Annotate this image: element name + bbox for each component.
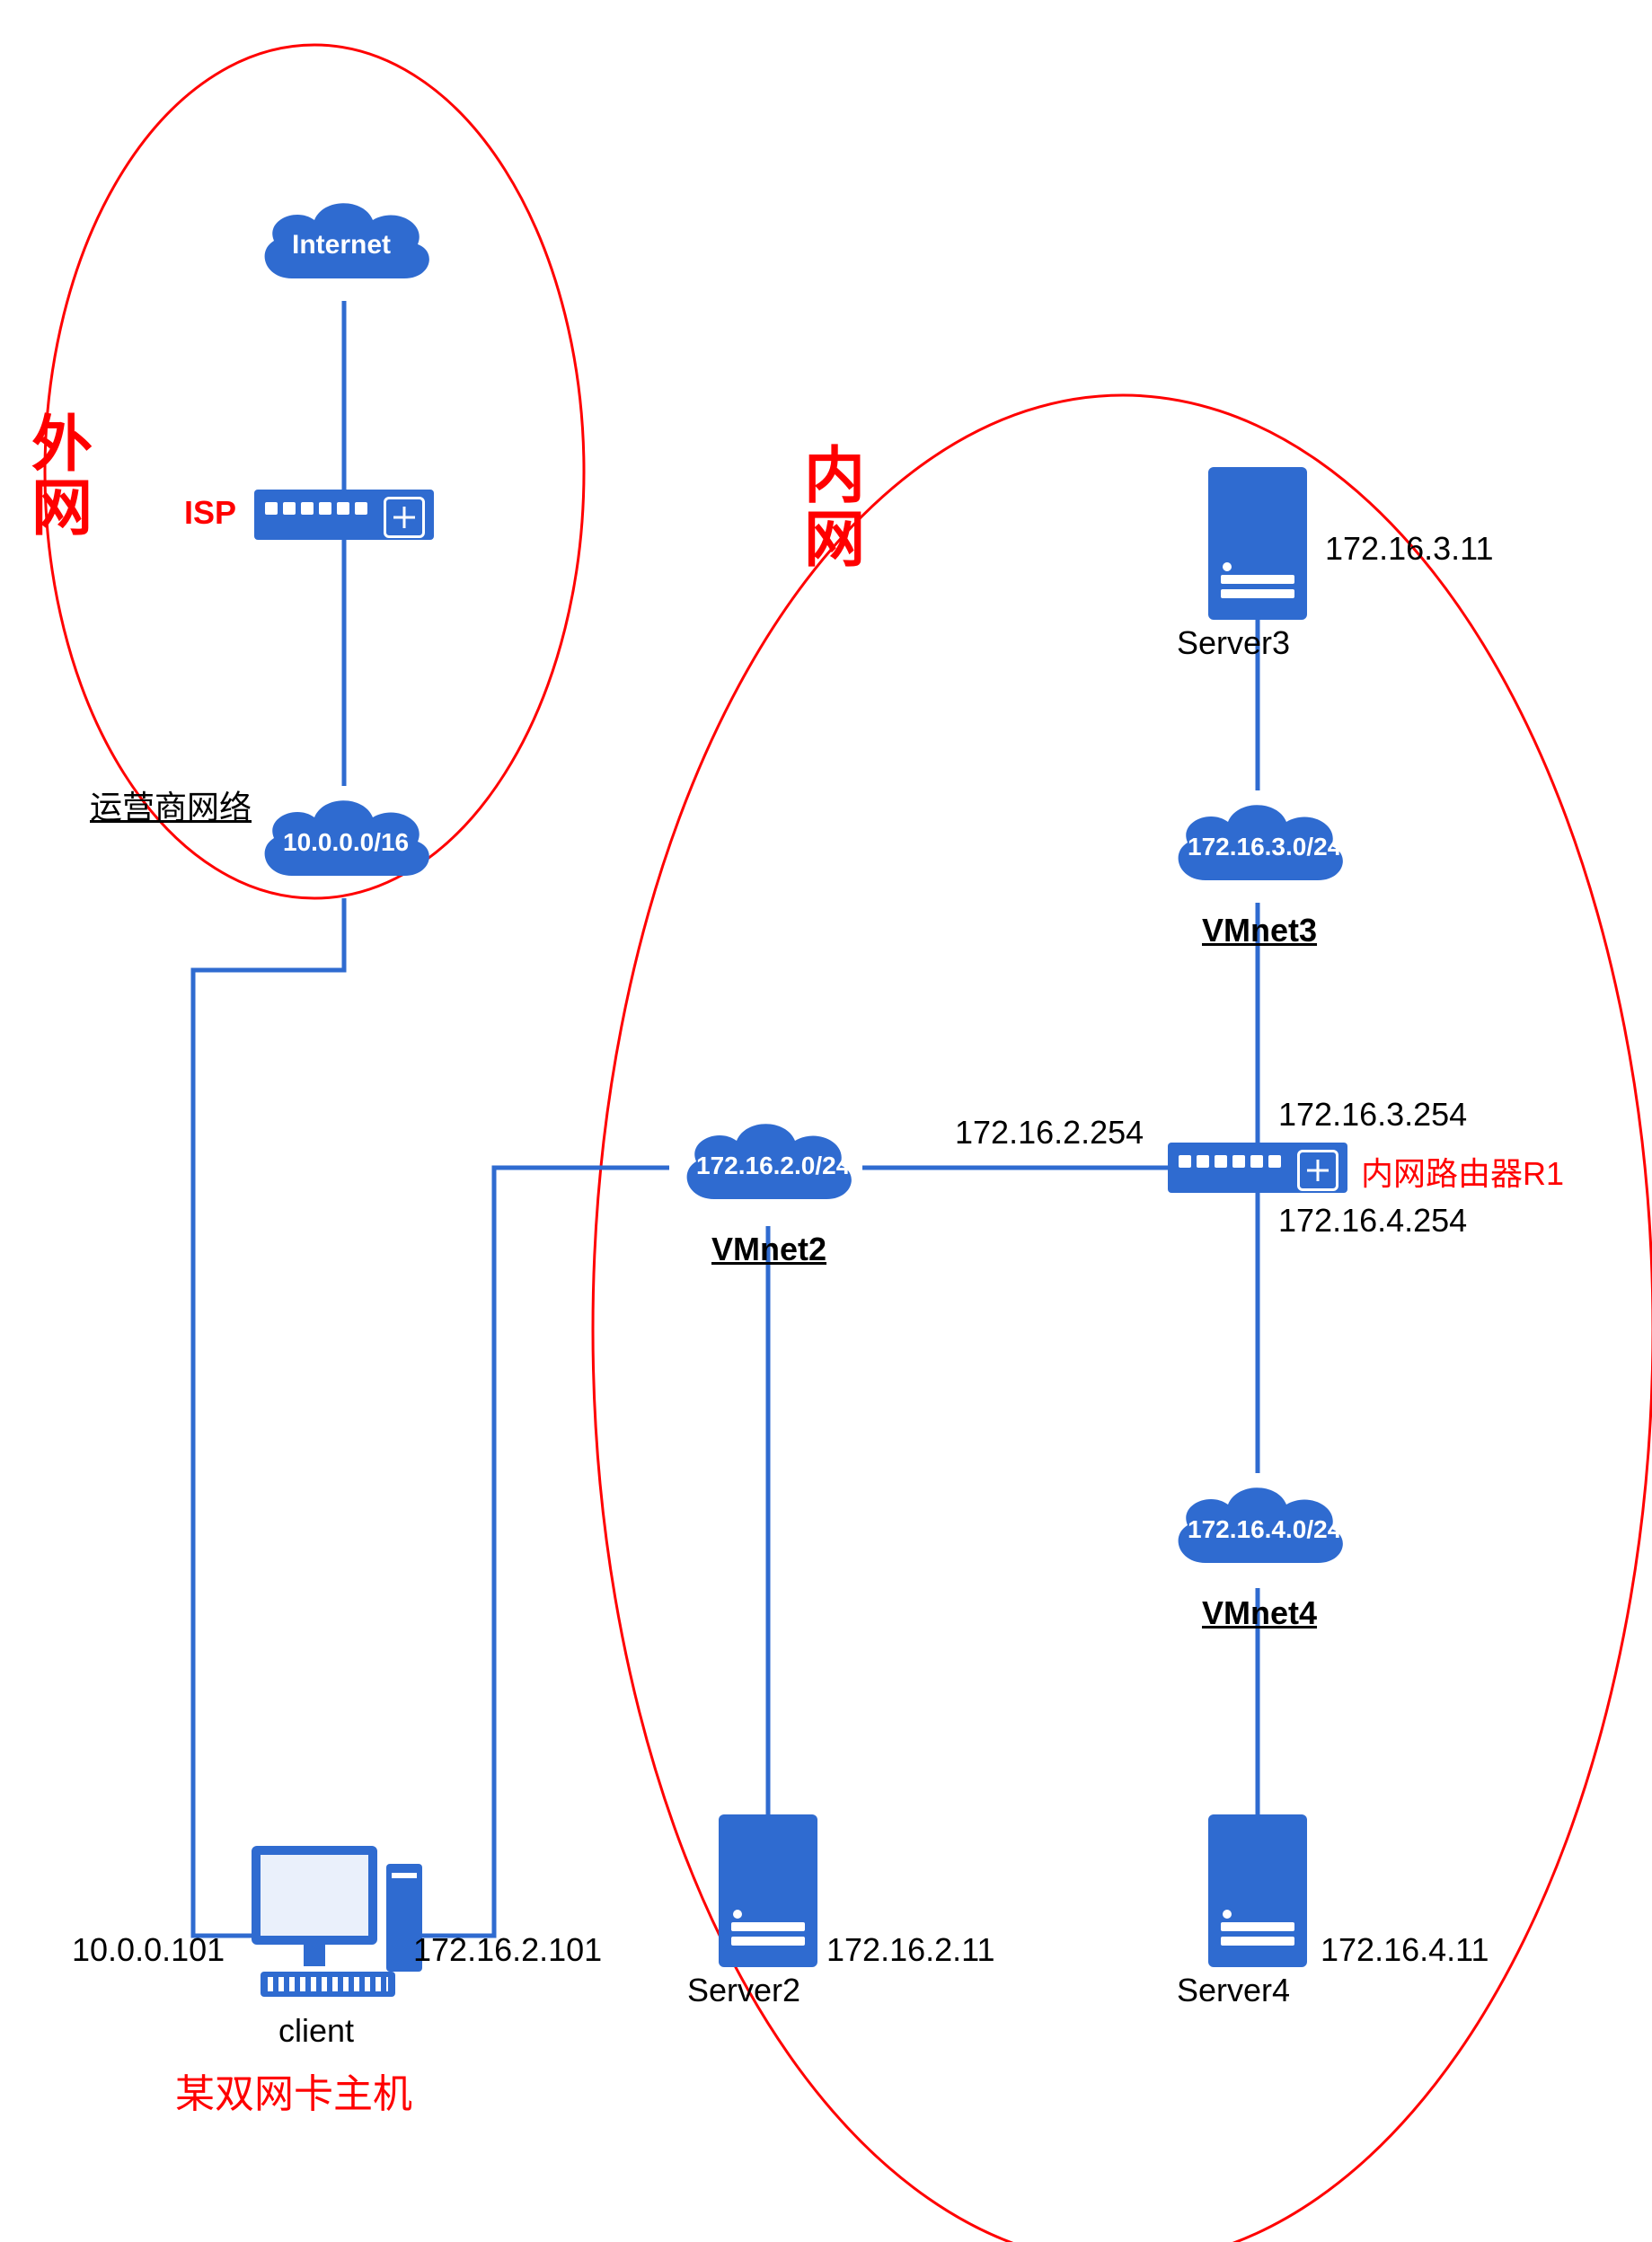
router-r1-ip-vmnet4: 172.16.4.254	[1278, 1202, 1467, 1240]
router-r1-icon	[1168, 1143, 1347, 1193]
vmnet3-subnet: 172.16.3.0/24	[1188, 833, 1341, 861]
internet-label: Internet	[292, 230, 391, 260]
client-label: client	[278, 2012, 354, 2050]
server3-icon	[1208, 467, 1307, 620]
server2-icon	[719, 1814, 817, 1967]
network-diagram: 外 网 内 网 Internet ISP 运营商网络 10.0.0.0/16 1…	[0, 0, 1652, 2242]
vmnet4-subnet: 172.16.4.0/24	[1188, 1515, 1341, 1544]
vmnet4-label: VMnet4	[1202, 1594, 1317, 1632]
dual-nic-footer: 某双网卡主机	[175, 2061, 412, 2119]
isp-router-icon	[254, 490, 434, 540]
client-ip-internal: 172.16.2.101	[413, 1931, 602, 1969]
router-r1-ip-vmnet2: 172.16.2.254	[955, 1114, 1144, 1152]
carrier-subnet: 10.0.0.0/16	[283, 828, 409, 857]
router-r1-ip-vmnet3: 172.16.3.254	[1278, 1096, 1467, 1134]
isp-label: ISP	[184, 494, 236, 532]
server3-ip: 172.16.3.11	[1325, 530, 1494, 568]
vmnet2-subnet: 172.16.2.0/24	[696, 1152, 850, 1180]
carrier-network-label: 运营商网络	[90, 781, 252, 828]
server4-icon	[1208, 1814, 1307, 1967]
server4-label: Server4	[1177, 1972, 1290, 2009]
server2-label: Server2	[687, 1972, 800, 2009]
vmnet3-label: VMnet3	[1202, 912, 1317, 949]
client-pc-icon	[252, 1846, 422, 2008]
router-r1-label: 内网路由器R1	[1361, 1148, 1564, 1195]
server2-ip: 172.16.2.11	[826, 1931, 995, 1969]
client-ip-external: 10.0.0.101	[72, 1931, 225, 1969]
server3-label: Server3	[1177, 624, 1290, 662]
external-zone-label: 外 网	[31, 413, 93, 542]
internal-zone-label: 内 网	[804, 445, 865, 573]
server4-ip: 172.16.4.11	[1321, 1931, 1489, 1969]
vmnet2-label: VMnet2	[711, 1231, 826, 1268]
